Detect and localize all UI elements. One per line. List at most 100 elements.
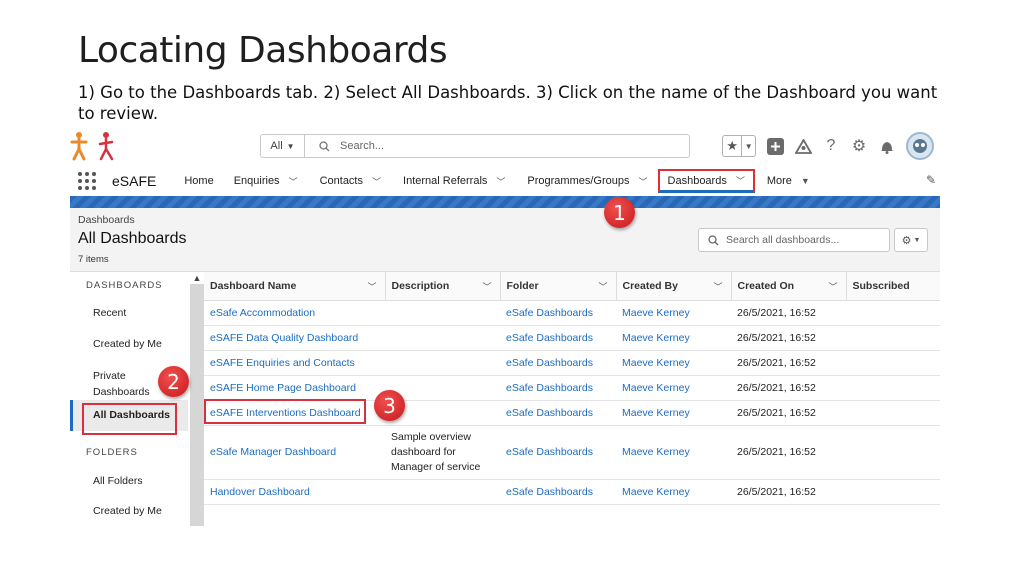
dashboard-name-link[interactable]: eSafe Accommodation [204, 300, 385, 326]
created-by-link[interactable]: Maeve Kerney [616, 425, 731, 480]
description-cell [385, 325, 500, 351]
nav-tab-programmes-groups[interactable]: Programmes/Groups ﹀ [527, 175, 647, 188]
chevron-down-icon[interactable]: ﹀ [828, 280, 837, 293]
search-scope-select[interactable]: All ▼ [261, 135, 305, 157]
list-view-header: Dashboards All Dashboards 7 items Search… [70, 208, 940, 272]
dashboards-sidebar: DASHBOARDS Recent Created by Me Private … [70, 272, 190, 526]
chevron-down-icon[interactable]: ﹀ [496, 175, 505, 188]
salesforce-screenshot: All ▼ Search... ★ ▼ ? ⚙ eSAFE Home Enqui… [70, 126, 940, 526]
chevron-down-icon[interactable]: ﹀ [372, 175, 381, 188]
chevron-down-icon[interactable]: ﹀ [367, 280, 376, 293]
add-icon[interactable] [766, 137, 784, 155]
created-by-link[interactable]: Maeve Kerney [616, 300, 731, 326]
column-header-label: Folder [506, 279, 539, 292]
app-nav-bar: eSAFE Home Enquiries ﹀ Contacts ﹀ Intern… [70, 166, 940, 196]
created-on-cell: 26/5/2021, 16:52 [731, 375, 846, 401]
logo-figures-icon [70, 132, 114, 161]
subscribed-cell [846, 300, 940, 326]
column-header-label: Created On [737, 279, 795, 292]
chevron-down-icon[interactable]: ﹀ [736, 174, 745, 187]
created-on-cell: 26/5/2021, 16:52 [731, 325, 846, 351]
chevron-down-icon[interactable]: ﹀ [713, 280, 722, 293]
dashboard-name-link[interactable]: eSAFE Enquiries and Contacts [204, 350, 385, 376]
dashboard-name-link[interactable]: Handover Dashboard [204, 479, 385, 505]
trailhead-icon[interactable] [794, 137, 812, 155]
chevron-down-icon[interactable]: ﹀ [598, 280, 607, 293]
global-search[interactable]: All ▼ Search... [260, 134, 690, 158]
dashboard-name-link[interactable]: eSAFE Data Quality Dashboard [204, 325, 385, 351]
subscribed-cell [846, 375, 940, 401]
nav-tab-label: Contacts [319, 175, 363, 187]
description-cell [385, 479, 500, 505]
column-header-created-by[interactable]: Created By ﹀ [616, 272, 732, 301]
column-header-folder[interactable]: Folder ﹀ [500, 272, 617, 301]
app-launcher-waffle-icon[interactable] [78, 172, 96, 190]
created-by-link[interactable]: Maeve Kerney [616, 400, 731, 426]
sidebar-item-all-folders[interactable]: All Folders [70, 475, 143, 487]
step-badge-1: 1 [604, 197, 635, 228]
nav-tab-label: Dashboards [667, 174, 727, 187]
folder-link[interactable]: eSafe Dashboards [500, 300, 616, 326]
nav-tab-dashboards[interactable]: Dashboards ﹀ [657, 169, 755, 193]
star-icon: ★ [723, 136, 743, 156]
gear-icon[interactable]: ⚙ [850, 137, 868, 155]
column-header-dashboard-name[interactable]: Dashboard Name ﹀ [204, 272, 386, 301]
dashboard-search-placeholder: Search all dashboards... [726, 234, 840, 246]
folder-link[interactable]: eSafe Dashboards [500, 325, 616, 351]
folder-link[interactable]: eSafe Dashboards [500, 375, 616, 401]
caret-down-icon: ▼ [913, 236, 921, 244]
highlight-box-interventions-link [204, 399, 366, 424]
subscribed-cell [846, 400, 940, 426]
table-row: eSAFE Home Page Dashboard eSafe Dashboar… [204, 375, 940, 401]
column-header-subscribed[interactable]: Subscribed [846, 272, 940, 301]
table-row: Handover Dashboard eSafe Dashboards Maev… [204, 479, 940, 505]
avatar[interactable] [906, 132, 934, 160]
favorites-button[interactable]: ★ ▼ [722, 135, 756, 157]
dashboard-name-link[interactable]: eSafe Manager Dashboard [204, 425, 385, 480]
slide-title: Locating Dashboards [78, 30, 448, 71]
nav-tab-label: More [766, 175, 792, 187]
nav-tab-label: Enquiries [233, 175, 280, 187]
nav-tab-more[interactable]: More ▼ [767, 175, 810, 187]
folder-link[interactable]: eSafe Dashboards [500, 350, 616, 376]
column-header-description[interactable]: Description ﹀ [385, 272, 501, 301]
chevron-down-icon[interactable]: ﹀ [289, 175, 298, 188]
search-scope-label: All [270, 140, 283, 152]
sidebar-item-created-by-me[interactable]: Created by Me [70, 338, 162, 350]
nav-tab-home[interactable]: Home [184, 175, 213, 187]
created-by-link[interactable]: Maeve Kerney [616, 350, 731, 376]
step-badge-2: 2 [158, 366, 189, 397]
sidebar-item-folders-created-by-me[interactable]: Created by Me [70, 505, 162, 517]
column-header-created-on[interactable]: Created On ﹀ [731, 272, 847, 301]
chevron-down-icon[interactable]: ﹀ [639, 175, 648, 188]
dashboard-search-input[interactable]: Search all dashboards... [698, 228, 890, 252]
table-row: eSafe Manager Dashboard Sample overview … [204, 425, 940, 480]
description-cell [385, 300, 500, 326]
list-settings-button[interactable]: ⚙ ▼ [894, 228, 928, 252]
sidebar-item-private-dashboards[interactable]: Private Dashboards [70, 368, 160, 400]
scroll-up-icon[interactable]: ▲ [190, 272, 204, 284]
folder-link[interactable]: eSafe Dashboards [500, 425, 616, 480]
search-input[interactable]: Search... [305, 135, 689, 157]
column-header-label: Dashboard Name [210, 279, 297, 292]
nav-tab-enquiries[interactable]: Enquiries ﹀ [234, 175, 298, 188]
help-icon[interactable]: ? [822, 137, 840, 155]
pencil-icon[interactable]: ✎ [926, 173, 936, 187]
sidebar-scrollbar[interactable]: ▲ [190, 272, 204, 526]
created-by-link[interactable]: Maeve Kerney [616, 325, 731, 351]
bell-icon[interactable] [878, 137, 896, 155]
dashboard-name-link[interactable]: eSAFE Home Page Dashboard [204, 375, 385, 401]
caret-down-icon[interactable]: ▼ [801, 176, 810, 186]
chevron-down-icon[interactable]: ﹀ [482, 280, 491, 293]
folder-link[interactable]: eSafe Dashboards [500, 479, 616, 505]
sidebar-item-recent[interactable]: Recent [70, 307, 126, 319]
created-on-cell: 26/5/2021, 16:52 [731, 425, 846, 480]
created-by-link[interactable]: Maeve Kerney [616, 479, 731, 505]
created-on-cell: 26/5/2021, 16:52 [731, 300, 846, 326]
caret-down-icon: ▼ [744, 141, 753, 151]
breadcrumb[interactable]: Dashboards [78, 214, 135, 226]
folder-link[interactable]: eSafe Dashboards [500, 400, 616, 426]
nav-tab-contacts[interactable]: Contacts ﹀ [320, 175, 381, 188]
nav-tab-internal-referrals[interactable]: Internal Referrals ﹀ [403, 175, 505, 188]
created-by-link[interactable]: Maeve Kerney [616, 375, 731, 401]
